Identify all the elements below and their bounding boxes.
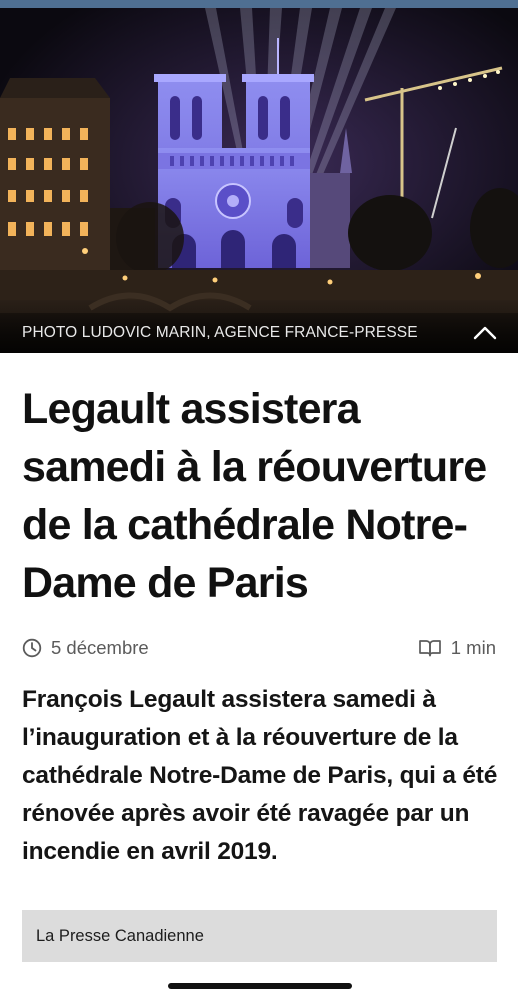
hero-photo[interactable]: PHOTO LUDOVIC MARIN, AGENCE FRANCE-PRESS…: [0, 8, 518, 353]
reading-time: 1 min: [418, 636, 496, 660]
top-status-strip: [0, 0, 518, 8]
photo-credit-bar: PHOTO LUDOVIC MARIN, AGENCE FRANCE-PRESS…: [0, 313, 518, 353]
article-date-text: 5 décembre: [51, 637, 149, 658]
clock-icon: [22, 638, 42, 658]
open-book-icon: [418, 640, 441, 657]
article-source: La Presse Canadienne: [22, 910, 497, 962]
article-lede: François Legault assistera samedi à l’in…: [22, 686, 498, 865]
article-source-text: La Presse Canadienne: [36, 926, 204, 945]
chevron-up-icon[interactable]: [472, 322, 498, 344]
photo-credit: PHOTO LUDOVIC MARIN, AGENCE FRANCE-PRESS…: [22, 324, 418, 341]
article-headline: Legault assistera samedi à la réouvertur…: [22, 385, 487, 607]
home-indicator[interactable]: [168, 983, 352, 989]
reading-time-text: 1 min: [450, 637, 496, 658]
article-date: 5 décembre: [22, 636, 149, 660]
cathedral-photo-image: [0, 8, 518, 353]
